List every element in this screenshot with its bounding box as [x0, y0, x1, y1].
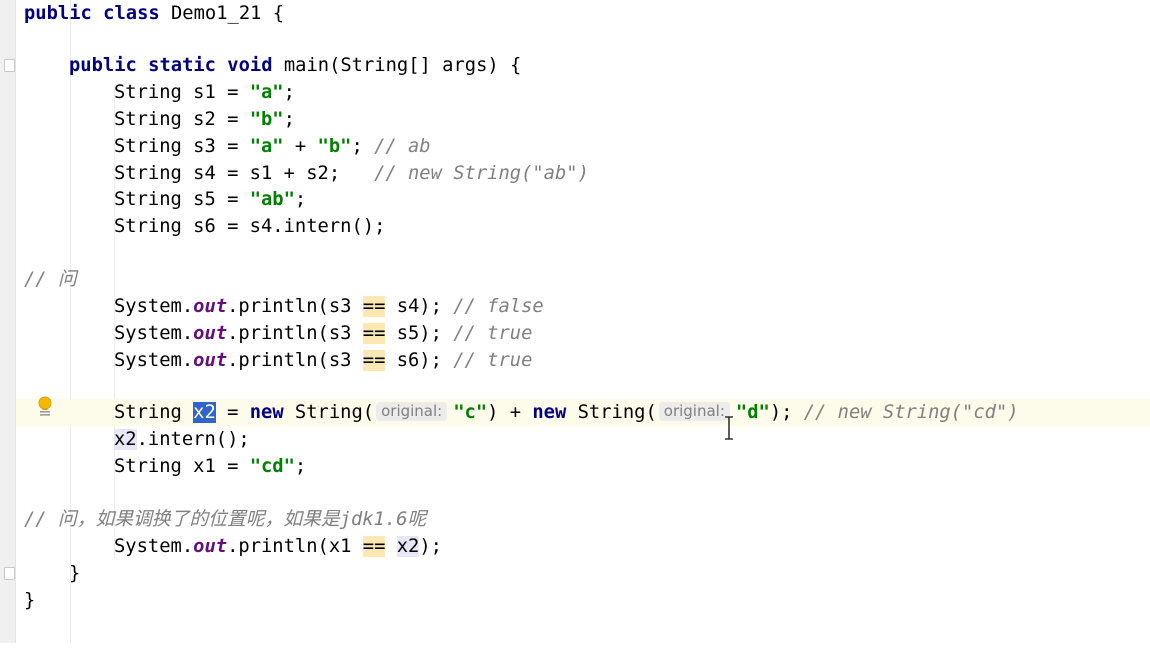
code-line-comment-q2[interactable]: // 问，如果调换了的位置呢，如果是jdk1.6呢 [16, 506, 1150, 533]
code-line-s1[interactable]: String s1 = "a"; [16, 79, 1150, 106]
equality-operator: == [362, 536, 386, 557]
system-class: System. [114, 350, 194, 371]
method-call: .intern(); [136, 429, 250, 450]
equality-operator: == [362, 350, 386, 371]
class-name: Demo1_21 { [171, 3, 285, 24]
code-line-s6[interactable]: String s6 = s4.intern(); [16, 213, 1150, 240]
comment: // 问，如果调换了的位置呢，如果是jdk1.6呢 [24, 509, 427, 530]
keyword: public class [24, 3, 160, 24]
system-class: System. [114, 296, 194, 317]
comment: // ab [374, 136, 431, 157]
code-line-s5[interactable]: String s5 = "ab"; [16, 186, 1150, 213]
declaration: String s4 = s1 + s2; [114, 163, 375, 184]
closing: ); [419, 536, 442, 557]
variable-reference[interactable]: x2 [114, 429, 137, 450]
keyword-new: new [532, 402, 567, 423]
method-call: .println(x1 [227, 536, 363, 557]
code-line-intern[interactable]: x2.intern(); [16, 426, 1150, 453]
code-line-comment-q1[interactable]: // 问 [16, 266, 1150, 293]
comment: // true [453, 350, 533, 371]
declaration: String x1 = [114, 456, 250, 477]
string-literal: "a" [249, 82, 284, 103]
semicolon: ; [351, 136, 375, 157]
comment: // new String("cd") [803, 402, 1019, 423]
code-line-1[interactable]: public class Demo1_21 { [16, 0, 1150, 27]
equality-operator: == [362, 323, 386, 344]
constructor-call: String( [566, 402, 657, 423]
lightbulb-icon[interactable] [36, 396, 54, 418]
code-line-3[interactable]: public static void main(String[] args) { [16, 52, 1150, 79]
code-editor[interactable]: public class Demo1_21 { public static vo… [16, 0, 1150, 643]
string-literal: "a" [249, 136, 284, 157]
comment: // new String("ab") [374, 163, 589, 184]
fold-marker-icon[interactable] [4, 567, 15, 580]
method-args: s6); [385, 350, 454, 371]
code-line-x1[interactable]: String x1 = "cd"; [16, 453, 1150, 480]
method-call: .println(s3 [227, 296, 363, 317]
variable-reference[interactable]: x2 [396, 536, 420, 557]
method-args: s5); [385, 323, 454, 344]
declaration: String s1 = [114, 82, 250, 103]
method-call: .println(s3 [227, 323, 363, 344]
operator: ) + [487, 402, 533, 423]
text-cursor-icon [725, 416, 733, 440]
code-line-println-3[interactable]: System.out.println(s3 == s6); // true [16, 347, 1150, 374]
string-literal: "ab" [249, 189, 295, 210]
equality-operator: == [362, 296, 386, 317]
code-line-s3[interactable]: String s3 = "a" + "b"; // ab [16, 133, 1150, 160]
declaration: String s6 = s4.intern(); [114, 216, 386, 237]
semicolon: ; [283, 109, 295, 130]
static-field: out [193, 323, 228, 344]
code-line-s4[interactable]: String s4 = s1 + s2; // new String("ab") [16, 160, 1150, 187]
parameter-hint: original: [376, 402, 448, 421]
code-line-close-method[interactable]: } [16, 560, 1150, 587]
declaration: String s5 = [114, 189, 250, 210]
code-line-println-2[interactable]: System.out.println(s3 == s5); // true [16, 320, 1150, 347]
semicolon: ); [769, 402, 804, 423]
code-line-s2[interactable]: String s2 = "b"; [16, 106, 1150, 133]
semicolon: ; [294, 456, 307, 477]
string-literal: "b" [249, 109, 284, 130]
keyword-new: new [249, 402, 284, 423]
semicolon: ; [283, 82, 295, 103]
operator: + [283, 136, 318, 157]
code-line-close-class[interactable]: } [16, 587, 1150, 614]
closing-brace: } [69, 563, 81, 584]
code-line-println-4[interactable]: System.out.println(x1 == x2); [16, 533, 1150, 560]
method-args: s4); [385, 296, 454, 317]
declaration: String s2 = [114, 109, 250, 130]
parameter-hint: original: [658, 402, 730, 421]
comment: // false [453, 296, 544, 317]
assign-operator: = [215, 402, 250, 423]
static-field: out [193, 296, 228, 317]
closing-brace: } [24, 590, 36, 611]
fold-marker-icon[interactable] [4, 59, 15, 72]
code-line-println-1[interactable]: System.out.println(s3 == s4); // false [16, 293, 1150, 320]
system-class: System. [114, 536, 194, 557]
string-literal: "b" [317, 136, 352, 157]
static-field: out [193, 536, 228, 557]
code-line-x2-current[interactable]: String x2 = new String(original: "c") + n… [16, 399, 1150, 426]
string-literal: "cd" [249, 456, 295, 477]
comment: // 问 [24, 269, 77, 290]
static-field: out [193, 350, 228, 371]
method-signature: main(String[] args) { [283, 55, 522, 76]
string-literal: "d" [735, 402, 770, 423]
system-class: System. [114, 323, 194, 344]
type-name: String [114, 402, 194, 423]
string-literal: "c" [453, 402, 488, 423]
comment: // true [453, 323, 533, 344]
constructor-call: String( [283, 402, 375, 423]
keyword: public static void [69, 55, 273, 76]
selected-variable[interactable]: x2 [193, 402, 216, 423]
method-call: .println(s3 [227, 350, 363, 371]
editor-gutter[interactable] [0, 0, 16, 643]
declaration: String s3 = [114, 136, 250, 157]
semicolon: ; [294, 189, 307, 210]
